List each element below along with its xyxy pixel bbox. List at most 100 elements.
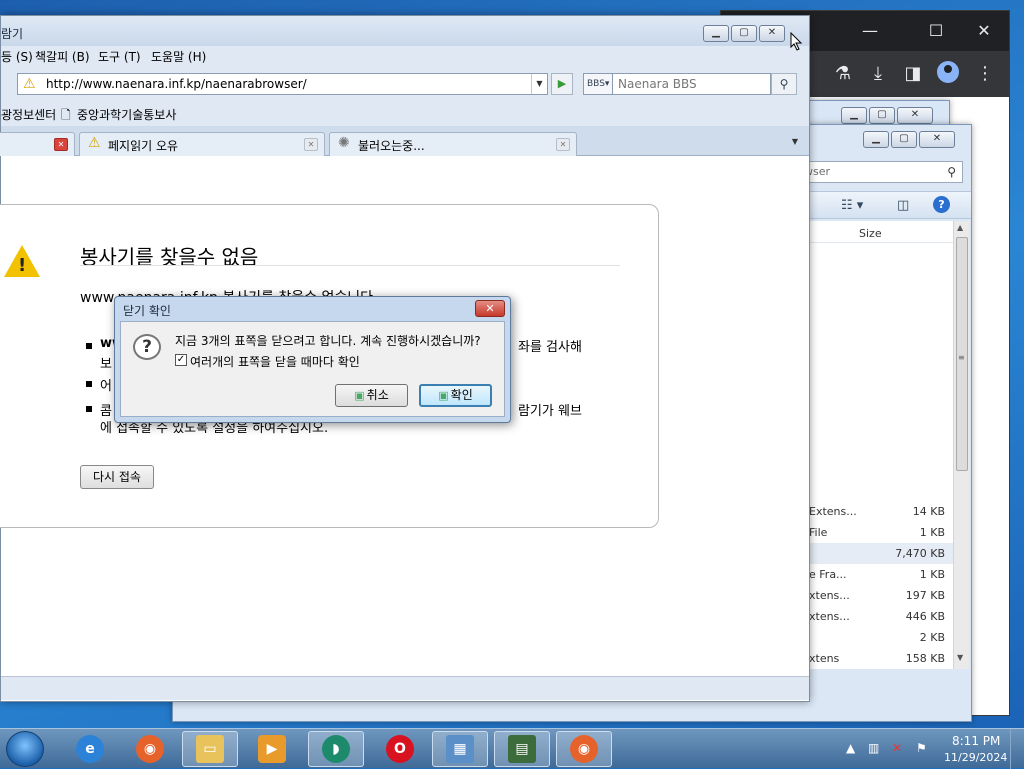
bookmark-item[interactable]: 광정보센터 (1, 106, 56, 123)
dialog-message: 지금 3개의 표쪽을 닫으려고 합니다. 계속 진행하시겠습니까? (175, 334, 481, 348)
url-text: http://www.naenara.inf.kp/naenarabrowser… (46, 77, 307, 91)
caption-buttons: ▁ ▢ ✕ (863, 131, 955, 148)
file-size: 446 KB (905, 610, 945, 623)
close-icon[interactable]: ✕ (919, 131, 955, 148)
tab-1[interactable]: ✕ (0, 132, 75, 156)
file-row-selected[interactable]: 7,470 KB (793, 543, 953, 564)
labs-icon[interactable]: ⚗ (831, 63, 855, 84)
bullet-text: 보 (100, 357, 112, 372)
explorer-icon[interactable]: ▭ (182, 731, 238, 767)
show-desktop-button[interactable] (1010, 729, 1024, 769)
file-name: File (809, 526, 828, 539)
menu-help[interactable]: 도움말 (H) (151, 48, 206, 65)
menu-history[interactable]: 등 (S) (1, 48, 33, 65)
file-row[interactable]: xtens... 446 KB (793, 606, 953, 627)
maximize-icon[interactable]: ▢ (891, 131, 917, 148)
dialog-body: ? 지금 3개의 표쪽을 닫으려고 합니다. 계속 진행하시겠습니까? ✓ 여러… (120, 321, 505, 417)
file-row[interactable]: 2 KB (793, 627, 953, 648)
tab-list-dropdown-icon[interactable]: ▼ (785, 132, 805, 152)
tab-close-icon[interactable]: ✕ (54, 138, 68, 151)
search-engine-selector[interactable]: BBS▾ (583, 73, 613, 95)
minimize-icon[interactable]: ▁ (703, 25, 729, 42)
tab-close-icon[interactable]: ✕ (304, 138, 318, 151)
ie-icon[interactable]: e (62, 731, 118, 767)
tab-2[interactable]: ⚠ 페지읽기 오유 ✕ (79, 132, 325, 156)
task-manager-icon[interactable]: ▤ (494, 731, 550, 767)
scroll-up-icon[interactable]: ▲ (957, 223, 963, 232)
help-icon[interactable]: ? (933, 196, 950, 213)
size-column-header[interactable]: Size (859, 227, 882, 240)
url-dropdown-icon[interactable]: ▼ (531, 74, 547, 94)
maximize-icon[interactable]: ▢ (731, 25, 757, 42)
bullet-text: 좌를 검사해 (518, 340, 582, 355)
close-icon[interactable]: ✕ (475, 300, 505, 317)
menu-tools[interactable]: 도구 (T) (98, 48, 141, 65)
profile-avatar[interactable] (937, 61, 959, 83)
file-size: 1 KB (919, 526, 945, 539)
clock-time[interactable]: 8:11 PM (952, 734, 1000, 748)
search-placeholder: Naenara BBS (618, 77, 697, 91)
file-name: xtens... (809, 610, 850, 623)
cancel-button[interactable]: ▣ 취소 (335, 384, 408, 407)
firefox-icon[interactable]: ◉ (122, 731, 178, 767)
search-icon[interactable]: ⚲ (947, 162, 956, 182)
file-row[interactable]: File 1 KB (793, 522, 953, 543)
file-size: 14 KB (912, 505, 945, 518)
minimize-icon[interactable]: ▁ (863, 131, 889, 148)
scroll-down-icon[interactable]: ▼ (957, 653, 963, 662)
volume-muted-icon[interactable]: ✕ (892, 741, 902, 755)
scroll-grip-icon: ≡ (958, 353, 965, 362)
action-center-icon[interactable]: ⚑ (916, 741, 927, 755)
preview-pane-icon[interactable]: ◫ (897, 198, 909, 213)
file-row[interactable]: xtens... 197 KB (793, 585, 953, 606)
file-row[interactable]: xtens 158 KB (793, 648, 953, 669)
sidepanel-icon[interactable]: ◨ (901, 63, 925, 84)
tab-3[interactable]: ✺ 불러오는중... ✕ (329, 132, 577, 156)
cancel-label: 취소 (366, 388, 389, 402)
confirm-checkbox[interactable]: ✓ (175, 354, 187, 366)
show-hidden-icons-icon[interactable]: ▲ (846, 741, 855, 755)
bullet-text: 람기가 웨브 (518, 404, 582, 419)
bookmark-item[interactable]: 중앙과학기술통보사 (77, 106, 176, 123)
media-icon[interactable]: ▶ (244, 731, 300, 767)
view-options-icon[interactable]: ☷ ▾ (841, 198, 863, 213)
tab-close-icon[interactable]: ✕ (556, 138, 570, 151)
explorer-search-input[interactable]: wser ⚲ (793, 161, 963, 183)
retry-button[interactable]: 다시 접속 (80, 465, 154, 489)
firefox-icon[interactable]: ◉ (556, 731, 612, 767)
divider (80, 265, 620, 266)
minimize-icon[interactable]: ▁ (841, 107, 867, 124)
url-input[interactable]: ⚠ http://www.naenara.inf.kp/naenarabrows… (17, 73, 548, 95)
close-icon[interactable]: ✕ (759, 25, 785, 42)
maximize-icon[interactable]: ☐ (921, 21, 951, 40)
close-icon[interactable]: ✕ (969, 21, 999, 40)
file-row[interactable]: Extens... 14 KB (793, 501, 953, 522)
clock-date[interactable]: 11/29/2024 (944, 751, 1007, 764)
checkbox-label[interactable]: 여러개의 표쪽을 닫을 때마다 확인 (190, 353, 360, 370)
go-button[interactable]: ▶ (551, 73, 573, 95)
warning-icon: ⚠ (88, 135, 101, 151)
ok-button[interactable]: ▣ 확인 (419, 384, 492, 407)
network-icon[interactable]: ▥ (868, 741, 879, 755)
browser-titlebar: 람기 ▁ ▢ ✕ (1, 16, 809, 46)
close-icon[interactable]: ✕ (897, 107, 933, 124)
vertical-scrollbar[interactable]: ▲ ≡ ▼ (953, 221, 969, 669)
opera-icon[interactable]: O (372, 731, 428, 767)
menu-bar: 등 (S) 책갈피 (B) 도구 (T) 도움말 (H) (1, 46, 809, 68)
file-row[interactable]: e Fra... 1 KB (793, 564, 953, 585)
start-button[interactable] (6, 731, 44, 767)
download-icon[interactable]: ⤓ (866, 63, 890, 84)
window-title: 람기 (1, 27, 24, 41)
search-icon[interactable]: ⚲ (771, 73, 797, 95)
minimize-icon[interactable]: — (855, 21, 885, 40)
search-input[interactable]: Naenara BBS (613, 73, 771, 95)
file-size: 158 KB (905, 652, 945, 665)
file-name: e Fra... (809, 568, 847, 581)
browser-icon[interactable]: ◗ (308, 731, 364, 767)
tab-label: 불러오는중... (358, 139, 425, 153)
menu-bookmarks[interactable]: 책갈피 (B) (35, 48, 90, 65)
control-panel-icon[interactable]: ▦ (432, 731, 488, 767)
bookmarks-bar: 광정보센터 🗋 중앙과학기술통보사 (1, 102, 809, 126)
maximize-icon[interactable]: ▢ (869, 107, 895, 124)
menu-kebab-icon[interactable]: ⋮ (973, 63, 997, 84)
